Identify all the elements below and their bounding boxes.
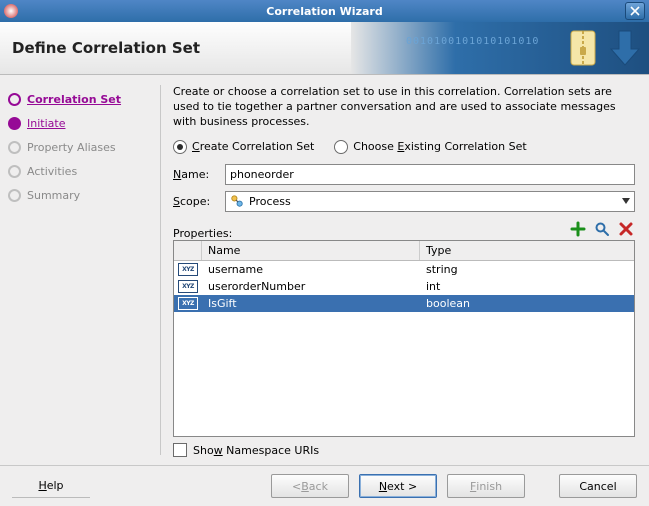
cancel-button[interactable]: Cancel [559,474,637,498]
search-icon [594,221,610,237]
cell-type: string [420,263,634,276]
wizard-window: { "title": "Correlation Wizard", "header… [0,0,649,506]
properties-label: Properties: [173,227,232,240]
chevron-down-icon [622,198,630,204]
name-label: Name: [173,168,219,181]
step-label: Property Aliases [27,141,116,154]
radio-label: Choose Existing Correlation Set [353,140,526,153]
cell-type: boolean [420,297,634,310]
header-graphic [351,22,649,74]
properties-toolbar [569,220,635,238]
step-initiate[interactable]: Initiate [8,111,152,135]
add-property-button[interactable] [569,220,587,238]
cell-name: username [202,263,420,276]
col-type[interactable]: Type [420,241,634,260]
steps-sidebar: Correlation Set Initiate Property Aliase… [0,75,160,465]
scope-selector[interactable]: Process [225,191,635,212]
search-property-button[interactable] [593,220,611,238]
intro-text: Create or choose a correlation set to us… [173,85,635,130]
close-icon [630,6,640,16]
arrow-down-icon [609,27,641,69]
show-namespace-checkbox[interactable]: Show Namespace URIs [173,443,635,457]
radio-choose-existing[interactable]: Choose Existing Correlation Set [334,140,526,154]
radio-create-set[interactable]: Create Correlation Set [173,140,314,154]
plus-icon [570,221,586,237]
cell-name: IsGift [202,297,420,310]
property-icon: XYZ [178,280,198,293]
wizard-header: Define Correlation Set [0,22,649,75]
radio-icon [334,140,348,154]
scope-row: Scope: Process [173,191,635,212]
mode-radio-group: Create Correlation Set Choose Existing C… [173,140,635,154]
next-button[interactable]: Next > [359,474,437,498]
delete-property-button[interactable] [617,220,635,238]
step-activities: Activities [8,159,152,183]
step-correlation-set[interactable]: Correlation Set [8,87,152,111]
wizard-body: Correlation Set Initiate Property Aliase… [0,75,649,465]
step-dot-icon [8,141,21,154]
radio-icon [173,140,187,154]
cell-type: int [420,280,634,293]
properties-table: Name Type XYZ username string XYZ useror… [173,240,635,437]
col-name[interactable]: Name [202,241,420,260]
scope-value: Process [249,195,291,208]
table-header: Name Type [174,241,634,261]
step-dot-icon [8,93,21,106]
table-row[interactable]: XYZ userorderNumber int [174,278,634,295]
window-title: Correlation Wizard [24,5,625,18]
zipper-icon [565,27,607,69]
name-row: Name: [173,164,635,185]
scope-label: Scope: [173,195,219,208]
step-property-aliases: Property Aliases [8,135,152,159]
app-icon [4,4,18,18]
checkbox-label: Show Namespace URIs [193,444,319,457]
delete-icon [618,221,634,237]
property-icon: XYZ [178,297,198,310]
name-input[interactable] [225,164,635,185]
step-dot-icon [8,117,21,130]
step-label: Correlation Set [27,93,121,106]
help-button[interactable]: Help [12,475,90,498]
table-row[interactable]: XYZ username string [174,261,634,278]
close-button[interactable] [625,2,645,20]
step-label: Initiate [27,117,65,130]
step-label: Activities [27,165,77,178]
finish-button[interactable]: Finish [447,474,525,498]
table-body: XYZ username string XYZ userorderNumber … [174,261,634,436]
cell-name: userorderNumber [202,280,420,293]
checkbox-icon [173,443,187,457]
back-button[interactable]: < Back [271,474,349,498]
main-panel: Create or choose a correlation set to us… [161,75,649,465]
step-summary: Summary [8,183,152,207]
radio-label: Create Correlation Set [192,140,314,153]
titlebar: Correlation Wizard [0,0,649,22]
step-dot-icon [8,165,21,178]
page-title: Define Correlation Set [12,39,200,57]
table-row[interactable]: XYZ IsGift boolean [174,295,634,312]
process-icon [230,194,244,208]
step-label: Summary [27,189,80,202]
step-dot-icon [8,189,21,202]
wizard-footer: Help < Back Next > Finish Cancel [0,465,649,506]
property-icon: XYZ [178,263,198,276]
col-icon [174,241,202,260]
